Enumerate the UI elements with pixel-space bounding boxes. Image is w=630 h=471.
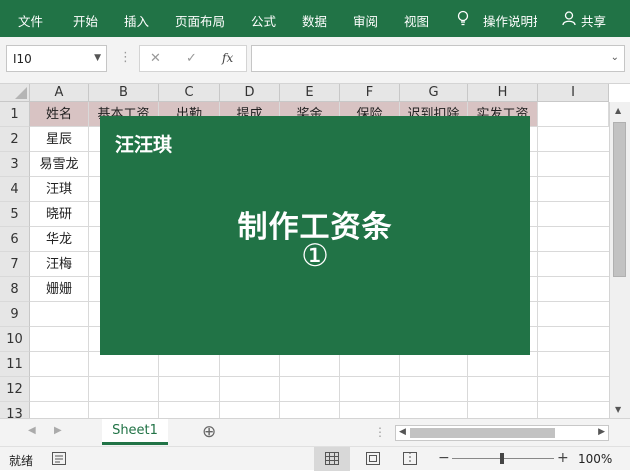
enter-icon[interactable]: ✓ bbox=[186, 51, 197, 66]
overlay-brand: 汪汪琪 bbox=[115, 134, 173, 156]
column-header-a[interactable]: A bbox=[30, 84, 89, 102]
triangle-icon bbox=[15, 87, 27, 99]
name-box-value: I10 bbox=[13, 52, 32, 66]
column-header-i[interactable]: I bbox=[538, 84, 609, 102]
column-header-d[interactable]: D bbox=[220, 84, 280, 102]
column-header-g[interactable]: G bbox=[400, 84, 468, 102]
row-header-3[interactable]: 3 bbox=[0, 152, 30, 177]
split-handle-icon[interactable]: ⋮ bbox=[374, 425, 386, 439]
hscroll-thumb[interactable] bbox=[410, 428, 555, 438]
ribbon: 文件 开始 插入 页面布局 公式 数据 审阅 视图 操作说明搜 共享 bbox=[0, 0, 630, 37]
formula-buttons: ✕ ✓ fx bbox=[139, 45, 247, 72]
row-header-7[interactable]: 7 bbox=[0, 252, 30, 277]
person-icon bbox=[562, 11, 576, 26]
normal-view-button[interactable] bbox=[314, 447, 350, 471]
chevron-down-icon[interactable]: ▼ bbox=[94, 53, 101, 63]
formula-bar: I10 ▼ ⋮ ✕ ✓ fx ⌄ bbox=[0, 37, 630, 84]
page-break-icon[interactable] bbox=[403, 452, 417, 465]
row-header-10[interactable]: 10 bbox=[0, 327, 30, 352]
row-header-2[interactable]: 2 bbox=[0, 127, 30, 152]
tab-review[interactable]: 审阅 bbox=[353, 11, 378, 30]
prev-sheet-icon[interactable]: ◀ bbox=[28, 425, 36, 436]
select-all-corner[interactable] bbox=[0, 84, 30, 102]
tutorial-overlay: 汪汪琪 制作工资条 ① bbox=[100, 116, 530, 355]
macro-record-icon[interactable] bbox=[52, 452, 66, 465]
formula-input[interactable]: ⌄ bbox=[251, 45, 625, 72]
page-layout-icon[interactable] bbox=[366, 452, 380, 465]
row-header-9[interactable]: 9 bbox=[0, 302, 30, 327]
cell-i1[interactable] bbox=[538, 102, 609, 127]
expand-formula-icon[interactable]: ⌄ bbox=[611, 52, 619, 63]
more-dots-icon: ⋮ bbox=[119, 50, 132, 65]
scroll-down-icon[interactable]: ▼ bbox=[615, 405, 621, 414]
next-sheet-icon[interactable]: ▶ bbox=[54, 425, 62, 436]
row-header-12[interactable]: 12 bbox=[0, 377, 30, 402]
zoom-level[interactable]: 100% bbox=[578, 452, 612, 466]
zoom-out-icon[interactable]: − bbox=[438, 450, 450, 466]
tab-insert[interactable]: 插入 bbox=[124, 11, 149, 30]
cancel-icon[interactable]: ✕ bbox=[150, 51, 161, 66]
vertical-scrollbar[interactable]: ▲ ▼ bbox=[609, 102, 630, 418]
column-header-e[interactable]: E bbox=[280, 84, 340, 102]
cell-a1[interactable]: 姓名 bbox=[30, 102, 89, 127]
overlay-number: ① bbox=[301, 238, 329, 274]
horizontal-scrollbar[interactable]: ◀ ▶ bbox=[395, 425, 609, 441]
row-header-1[interactable]: 1 bbox=[0, 102, 30, 127]
tab-file[interactable]: 文件 bbox=[18, 11, 43, 30]
column-header-h[interactable]: H bbox=[468, 84, 538, 102]
status-bar: 就绪 − + 100% bbox=[0, 446, 630, 471]
row-header-11[interactable]: 11 bbox=[0, 352, 30, 377]
tab-home[interactable]: 开始 bbox=[73, 11, 98, 30]
tab-view[interactable]: 视图 bbox=[404, 11, 429, 30]
tab-formulas[interactable]: 公式 bbox=[251, 11, 276, 30]
tab-page-layout[interactable]: 页面布局 bbox=[175, 11, 225, 30]
share-button[interactable]: 共享 bbox=[581, 11, 606, 30]
row-header-13[interactable]: 13 bbox=[0, 402, 30, 418]
row-header-6[interactable]: 6 bbox=[0, 227, 30, 252]
tab-data[interactable]: 数据 bbox=[302, 11, 327, 30]
zoom-in-icon[interactable]: + bbox=[557, 450, 569, 466]
name-box[interactable]: I10 ▼ bbox=[6, 45, 107, 72]
tell-me-search[interactable]: 操作说明搜 bbox=[483, 11, 537, 30]
scroll-right-icon[interactable]: ▶ bbox=[598, 427, 605, 437]
row-header-4[interactable]: 4 bbox=[0, 177, 30, 202]
sheet-tabs-bar: ◀ ▶ Sheet1 ⊕ ⋮ ◀ ▶ bbox=[0, 418, 630, 446]
row-header-8[interactable]: 8 bbox=[0, 277, 30, 302]
add-sheet-icon[interactable]: ⊕ bbox=[202, 422, 216, 442]
scrollbar-thumb[interactable] bbox=[613, 122, 626, 277]
lightbulb-icon bbox=[457, 10, 469, 26]
grid-view-icon bbox=[325, 452, 339, 465]
scroll-up-icon[interactable]: ▲ bbox=[615, 106, 621, 115]
status-ready: 就绪 bbox=[9, 454, 34, 468]
row-header-5[interactable]: 5 bbox=[0, 202, 30, 227]
scroll-left-icon[interactable]: ◀ bbox=[399, 427, 406, 437]
column-header-b[interactable]: B bbox=[89, 84, 159, 102]
insert-function-icon[interactable]: fx bbox=[222, 51, 233, 65]
zoom-slider-handle[interactable] bbox=[500, 453, 504, 464]
column-header-f[interactable]: F bbox=[340, 84, 400, 102]
column-header-c[interactable]: C bbox=[159, 84, 220, 102]
sheet-tab-sheet1[interactable]: Sheet1 bbox=[102, 419, 168, 445]
